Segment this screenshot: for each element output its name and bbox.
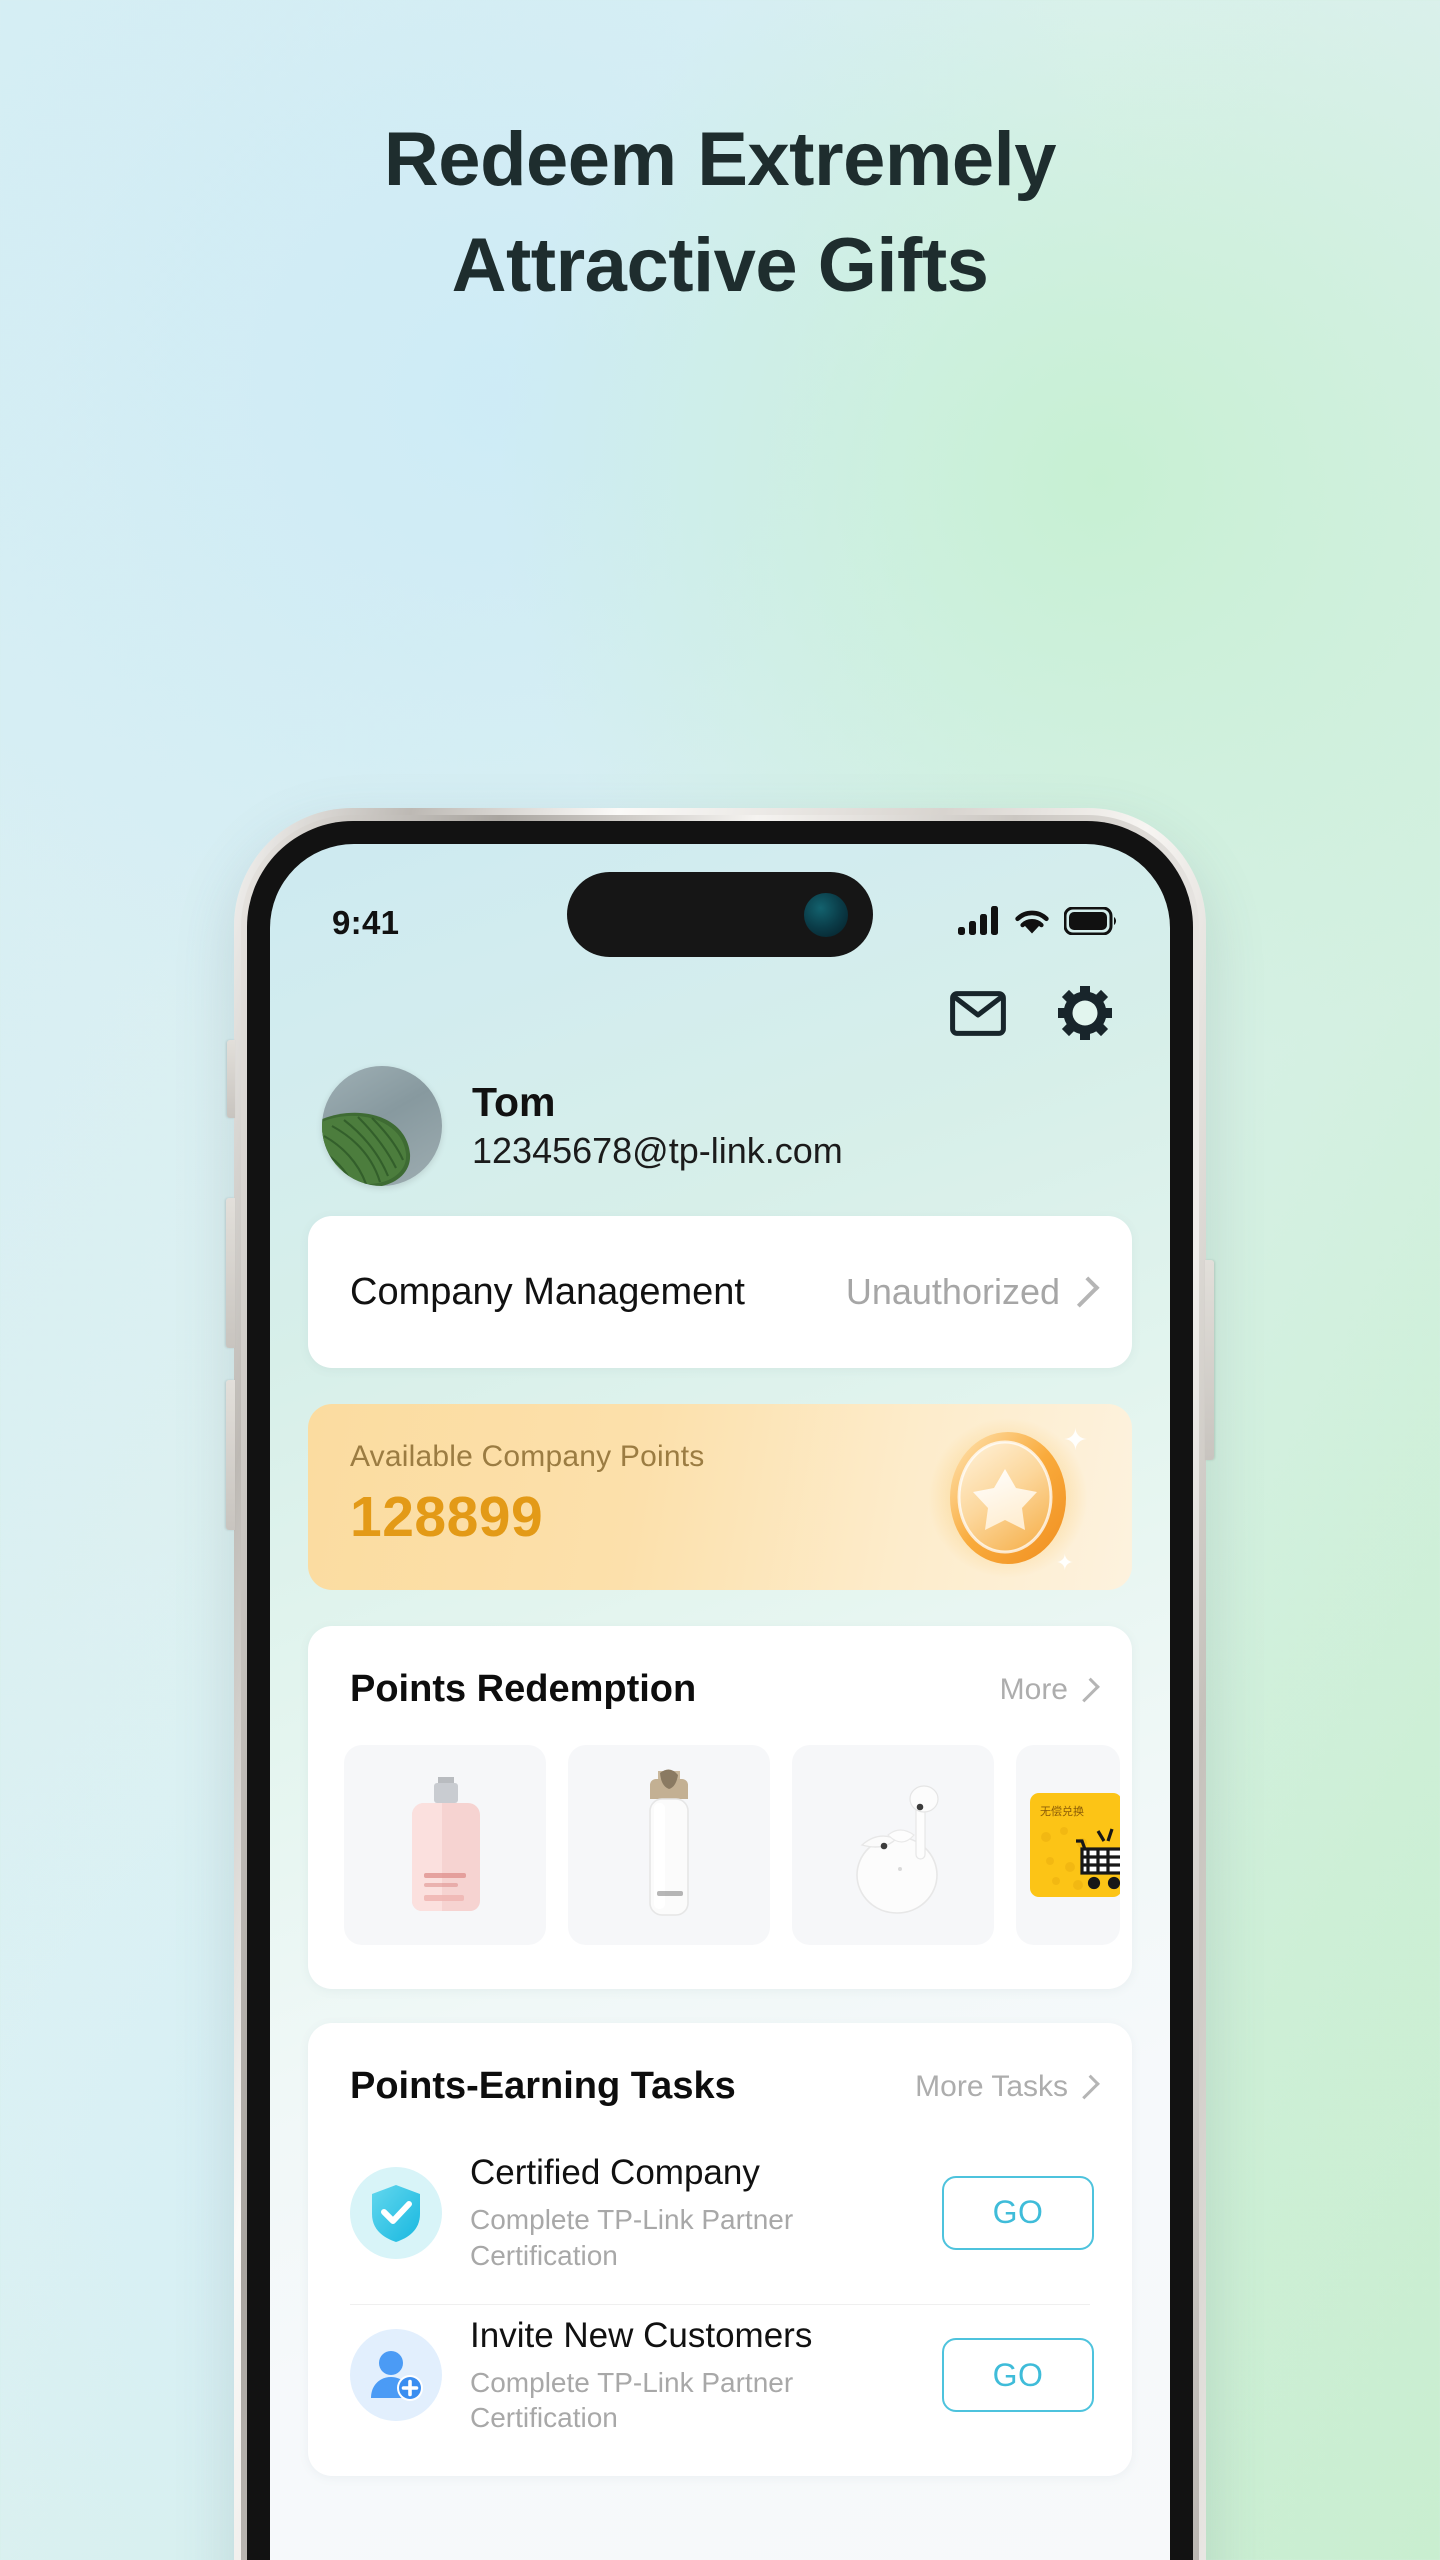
svg-text:无偿兑换: 无偿兑换: [1040, 1804, 1084, 1818]
phone-mockup: 9:41 Tom 12345678@tp-link.com Company Ma…: [226, 808, 1214, 2560]
points-redemption-card: Points Redemption More 无偿兑换: [308, 1626, 1132, 1989]
sparkle-icon: ✦: [1055, 1550, 1074, 1575]
task-text: Certified Company Complete TP-Link Partn…: [470, 2152, 914, 2274]
task-text: Invite New Customers Complete TP-Link Pa…: [470, 2315, 914, 2437]
chevron-right-icon: [1068, 1276, 1100, 1308]
points-redemption-header: Points Redemption More: [308, 1626, 1132, 1745]
avatar: [322, 1066, 442, 1186]
points-earning-tasks-title: Points-Earning Tasks: [350, 2065, 736, 2107]
status-bar-icons: [958, 906, 1118, 940]
available-points-card[interactable]: Available Company Points 128899 ✦ ✦: [308, 1404, 1132, 1590]
wifi-icon: [1013, 906, 1051, 940]
company-management-value: Unauthorized: [845, 1271, 1060, 1312]
leaf-icon: [322, 1112, 411, 1186]
status-bar-time: 9:41: [332, 904, 400, 941]
star-coin-icon: ✦ ✦: [922, 1416, 1094, 1578]
app-header-actions: [308, 968, 1132, 1046]
hero-headline-line1: Redeem Extremely: [383, 117, 1057, 202]
more-tasks-label: More Tasks: [915, 2069, 1068, 2103]
task-list: Certified Company Complete TP-Link Partn…: [308, 2142, 1132, 2476]
task-go-button[interactable]: GO: [942, 2175, 1094, 2250]
product-thumbnail-white-wireless-earbuds[interactable]: [792, 1745, 994, 1945]
company-management-label: Company Management: [350, 1270, 745, 1313]
more-tasks-button[interactable]: More Tasks: [915, 2069, 1100, 2104]
task-subtitle: Complete TP-Link Partner Certification: [470, 2366, 794, 2434]
front-camera-icon: [804, 892, 848, 937]
points-redemption-title: Points Redemption: [350, 1668, 697, 1710]
product-thumbnail-yellow-gift-card[interactable]: 无偿兑换: [1016, 1745, 1120, 1945]
company-management-status: Unauthorized: [845, 1271, 1100, 1313]
add-user-icon: [350, 2329, 442, 2422]
task-title: Certified Company: [470, 2153, 760, 2192]
hero-headline: Redeem Extremely Attractive Gifts: [0, 118, 1440, 307]
task-row-certified-company[interactable]: Certified Company Complete TP-Link Partn…: [308, 2142, 1132, 2304]
mail-icon[interactable]: [950, 990, 1006, 1036]
profile-text: Tom 12345678@tp-link.com: [472, 1081, 843, 1171]
hero-headline-line2: Attractive Gifts: [451, 222, 989, 308]
phone-power-button[interactable]: [1205, 1260, 1214, 1460]
company-management-row[interactable]: Company Management Unauthorized: [308, 1216, 1132, 1368]
product-thumbnail-pink-lotion-bottle[interactable]: [344, 1745, 546, 1945]
shield-check-icon: [350, 2166, 442, 2259]
profile-name: Tom: [472, 1079, 556, 1126]
profile-email: 12345678@tp-link.com: [472, 1130, 843, 1172]
points-redemption-more-button[interactable]: More: [999, 1672, 1100, 1707]
task-row-invite-new-customers[interactable]: Invite New Customers Complete TP-Link Pa…: [308, 2305, 1132, 2467]
task-subtitle: Complete TP-Link Partner Certification: [470, 2204, 794, 2271]
phone-volume-up-button[interactable]: [226, 1198, 235, 1348]
app-content: Tom 12345678@tp-link.com Company Managem…: [270, 968, 1170, 2560]
task-title: Invite New Customers: [470, 2315, 813, 2355]
profile-block[interactable]: Tom 12345678@tp-link.com: [308, 1046, 1132, 1216]
cellular-signal-icon: [958, 906, 1000, 940]
points-earning-tasks-card: Points-Earning Tasks More Tasks Certifie…: [308, 2023, 1132, 2477]
phone-mute-switch[interactable]: [227, 1040, 235, 1118]
dynamic-island: [567, 872, 873, 957]
phone-volume-down-button[interactable]: [226, 1380, 235, 1530]
sparkle-icon: ✦: [1062, 1424, 1088, 1457]
gear-icon[interactable]: [1058, 986, 1112, 1040]
points-redemption-more-label: More: [999, 1672, 1068, 1706]
phone-screen: 9:41 Tom 12345678@tp-link.com Company Ma…: [270, 844, 1170, 2560]
task-go-button[interactable]: GO: [942, 2338, 1094, 2413]
chevron-right-icon: [1075, 1677, 1100, 1702]
points-earning-tasks-header: Points-Earning Tasks More Tasks: [308, 2023, 1132, 2142]
product-thumbnail-list: 无偿兑换: [308, 1745, 1132, 1989]
chevron-right-icon: [1075, 2074, 1100, 2099]
product-thumbnail-white-thermos-flask[interactable]: [568, 1745, 770, 1945]
battery-icon: [1063, 906, 1118, 940]
